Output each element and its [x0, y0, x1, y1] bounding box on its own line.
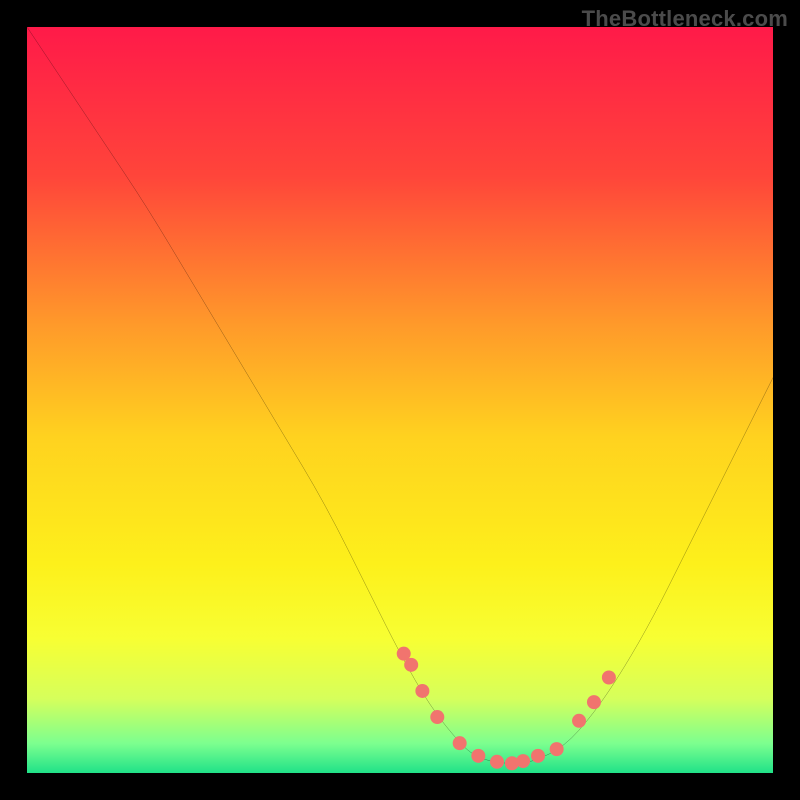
dot-highlight-dots: [471, 749, 485, 763]
dot-highlight-dots: [602, 671, 616, 685]
dot-highlight-dots: [531, 749, 545, 763]
dot-highlight-dots: [453, 736, 467, 750]
chart-background: [27, 27, 773, 773]
chart-frame: TheBottleneck.com: [0, 0, 800, 800]
dot-highlight-dots: [490, 755, 504, 769]
chart-svg: [27, 27, 773, 773]
watermark-text: TheBottleneck.com: [582, 6, 788, 32]
dot-highlight-dots: [415, 684, 429, 698]
plot-area: [27, 27, 773, 773]
dot-highlight-dots: [550, 742, 564, 756]
dot-highlight-dots: [430, 710, 444, 724]
dot-highlight-dots: [587, 695, 601, 709]
dot-highlight-dots: [516, 754, 530, 768]
dot-highlight-dots: [572, 714, 586, 728]
dot-highlight-dots: [404, 658, 418, 672]
